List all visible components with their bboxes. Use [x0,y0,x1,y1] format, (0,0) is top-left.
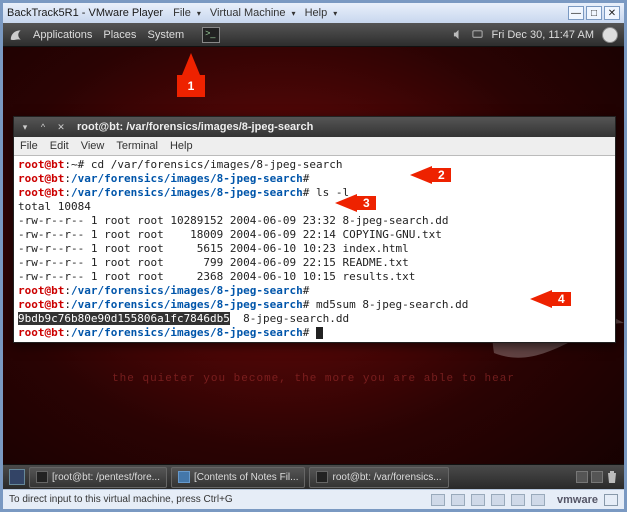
vmware-brand: vmware [557,494,598,506]
workspace-switcher[interactable] [591,471,603,483]
ls-row: -rw-r--r-- 1 root root 5615 2004-06-10 1… [18,242,409,255]
terminal-close-icon[interactable]: ✕ [55,121,67,133]
annotation-3-label: 3 [357,196,376,210]
clock-area: Fri Dec 30, 11:47 AM [453,27,618,43]
vmware-menu-help[interactable]: Help [305,7,328,19]
device-icon[interactable] [511,494,525,506]
vmware-menu: File▾ Virtual Machine▾ Help▾ [173,7,343,19]
workspace-switcher[interactable] [576,471,588,483]
taskbar-item-label: root@bt: /var/forensics... [332,472,441,483]
annotation-4-label: 4 [552,292,571,306]
prompt-home: :~# [64,158,84,171]
prompt-user: root@bt [18,158,64,171]
close-button[interactable]: ✕ [604,6,620,20]
gnome-taskbar: [root@bt: /pentest/fore... [Contents of … [3,464,624,489]
gnome-menus: Applications Places System [33,29,192,41]
prompt-path: /var/forensics/images/8-jpeg-search [71,326,303,339]
terminal-window[interactable]: ▾ ^ ✕ root@bt: /var/forensics/images/8-j… [13,116,616,343]
device-icon[interactable] [451,494,465,506]
vmware-window: BackTrack5R1 - VMware Player File▾ Virtu… [0,0,627,512]
prompt-path: /var/forensics/images/8-jpeg-search [71,186,303,199]
taskbar-tray [576,470,618,484]
ls-row: -rw-r--r-- 1 root root 799 2004-06-09 22… [18,256,409,269]
taskbar-item[interactable]: [root@bt: /pentest/fore... [29,467,167,488]
minimize-button[interactable]: — [568,6,584,20]
cmd-blank [309,172,316,185]
notification-icon[interactable] [472,29,483,40]
wallpaper-tagline: the quieter you become, the more you are… [3,373,624,385]
guest-desktop[interactable]: Applications Places System >_ Fri Dec 30… [3,23,624,489]
cmd-blank [309,284,316,297]
gnome-topbar: Applications Places System >_ Fri Dec 30… [3,23,624,47]
annotation-2-label: 2 [432,168,451,182]
prompt-user: root@bt [18,186,64,199]
prompt-user: root@bt [18,284,64,297]
terminal-body[interactable]: root@bt:~# cd /var/forensics/images/8-jp… [14,156,615,342]
prompt-path: /var/forensics/images/8-jpeg-search [71,298,303,311]
terminal-title-text: root@bt: /var/forensics/images/8-jpeg-se… [77,121,313,133]
backtrack-logo-icon [9,28,23,42]
fullscreen-icon[interactable] [604,494,618,506]
ls-total: total 10084 [18,200,91,213]
prompt-path: /var/forensics/images/8-jpeg-search [71,284,303,297]
taskbar-item[interactable]: root@bt: /var/forensics... [309,467,448,488]
menu-places[interactable]: Places [103,29,136,41]
cmd-blank [309,326,316,339]
ls-row: -rw-r--r-- 1 root root 10289152 2004-06-… [18,214,448,227]
user-avatar-icon[interactable] [602,27,618,43]
terminal-launcher-icon[interactable]: >_ [202,27,220,43]
terminal-menu-icon[interactable]: ▾ [19,121,31,133]
taskbar-item-label: [Contents of Notes Fil... [194,472,299,483]
menu-applications[interactable]: Applications [33,29,92,41]
terminal-titlebar[interactable]: ▾ ^ ✕ root@bt: /var/forensics/images/8-j… [14,117,615,137]
prompt-path: /var/forensics/images/8-jpeg-search [71,172,303,185]
device-icon[interactable] [471,494,485,506]
vmware-window-buttons: — □ ✕ [568,6,620,20]
vmware-menu-virtual-machine[interactable]: Virtual Machine [210,7,286,19]
cmd-md5sum: md5sum 8-jpeg-search.dd [309,298,468,311]
terminal-menu-view[interactable]: View [81,140,105,152]
cursor [316,327,323,339]
vmware-statusbar: To direct input to this virtual machine,… [3,489,624,509]
prompt-user: root@bt [18,298,64,311]
ls-row: -rw-r--r-- 1 root root 18009 2004-06-09 … [18,228,442,241]
terminal-menu-file[interactable]: File [20,140,38,152]
vmware-title-text: BackTrack5R1 - VMware Player [7,7,163,19]
terminal-menu-terminal[interactable]: Terminal [116,140,158,152]
annotation-1-label: 1 [177,75,205,97]
vmware-status-hint: To direct input to this virtual machine,… [9,494,233,505]
sound-icon[interactable] [453,29,464,40]
terminal-menu-edit[interactable]: Edit [50,140,69,152]
taskbar-item-label: [root@bt: /pentest/fore... [52,472,160,483]
menu-system[interactable]: System [147,29,184,41]
terminal-menubar: File Edit View Terminal Help [14,137,615,156]
device-icon[interactable] [431,494,445,506]
prompt-user: root@bt [18,326,64,339]
device-icon[interactable] [531,494,545,506]
show-desktop-icon[interactable] [9,469,25,485]
terminal-menu-help[interactable]: Help [170,140,193,152]
maximize-button[interactable]: □ [586,6,602,20]
device-icon[interactable] [491,494,505,506]
ls-row: -rw-r--r-- 1 root root 2368 2004-06-10 1… [18,270,415,283]
prompt-user: root@bt [18,172,64,185]
clock-text[interactable]: Fri Dec 30, 11:47 AM [491,29,594,41]
annotation-4: 4 [530,290,571,308]
vmware-titlebar: BackTrack5R1 - VMware Player File▾ Virtu… [3,3,624,23]
taskbar-item[interactable]: [Contents of Notes Fil... [171,467,306,488]
cmd-cd: cd /var/forensics/images/8-jpeg-search [84,158,342,171]
terminal-pin-icon[interactable]: ^ [37,121,49,133]
md5-file: 8-jpeg-search.dd [230,312,349,325]
vmware-menu-file[interactable]: File [173,7,191,19]
md5-hash: 9bdb9c76b80e90d155806a1fc7846db5 [18,312,230,325]
annotation-2: 2 [410,166,451,184]
annotation-3: 3 [335,194,376,212]
trash-icon[interactable] [606,470,618,484]
annotation-1: 1 [177,53,205,97]
